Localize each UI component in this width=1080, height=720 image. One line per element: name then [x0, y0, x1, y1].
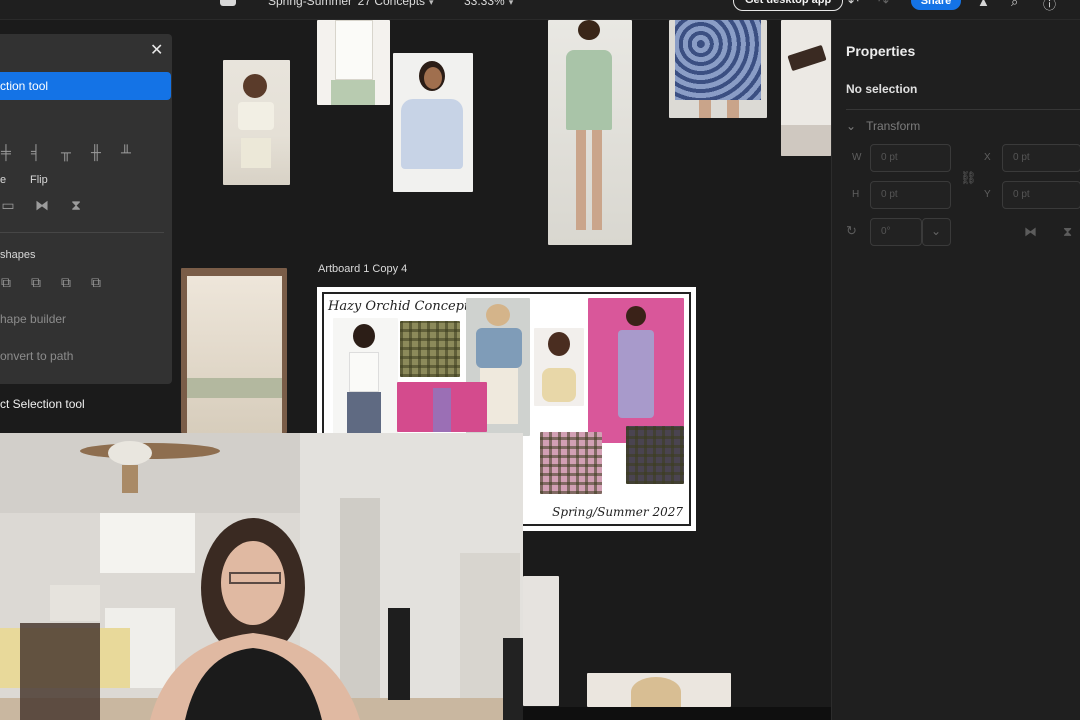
y-label: Y: [984, 189, 991, 200]
model-photo: [397, 382, 487, 432]
intersect-icon[interactable]: ⧉: [56, 272, 76, 292]
photo-tile[interactable]: [781, 20, 831, 156]
rotate-icon: ↻: [846, 223, 857, 238]
artboard-title: Hazy Orchid Concept: [328, 299, 470, 314]
properties-title: Properties: [846, 43, 916, 59]
properties-panel: Properties No selection ⌄ Transform W 0 p…: [831, 20, 1080, 720]
model-photo: [534, 328, 584, 406]
selection-status: No selection: [846, 82, 918, 96]
width-field[interactable]: 0 pt: [870, 144, 951, 172]
height-label: H: [852, 189, 860, 200]
side-label: e: [0, 174, 7, 186]
photo-tile[interactable]: [587, 673, 731, 707]
plaid-swatch: [400, 321, 460, 377]
document-title-text: Spring-Summer '27 Concepts: [268, 0, 426, 8]
close-icon[interactable]: ✕: [150, 40, 163, 60]
model-photo: [333, 318, 398, 440]
top-bar: Spring-Summer '27 Concepts ▾ 33.33% ▾ Get …: [0, 0, 1080, 20]
distribute-icon[interactable]: ▭: [0, 195, 18, 215]
divider: [0, 232, 164, 233]
align-center-icon[interactable]: ╪: [0, 142, 16, 162]
unite-icon[interactable]: ⧉: [0, 272, 16, 292]
artboard-footer: Spring/Summer 2027: [552, 505, 683, 519]
flip-label: Flip: [30, 174, 48, 186]
zoom-dropdown[interactable]: 33.33% ▾: [464, 0, 513, 8]
boolean-row: ⧉ ⧉ ⧉ ⧉: [0, 272, 106, 292]
flip-horizontal-icon[interactable]: ⧓: [1024, 224, 1037, 240]
width-label: W: [852, 152, 862, 163]
plaid-swatch: [626, 426, 684, 484]
chevron-down-icon: ▾: [508, 0, 514, 7]
shape-builder-item[interactable]: hape builder: [0, 312, 66, 326]
align-right-icon[interactable]: ╡: [26, 142, 46, 162]
transform-label: Transform: [866, 119, 921, 133]
direct-selection-tool-item[interactable]: ct Selection tool: [0, 397, 85, 411]
photo-tile[interactable]: [669, 20, 767, 118]
photo-tile[interactable]: [181, 268, 287, 433]
chevron-down-icon: ▾: [429, 0, 434, 7]
align-top-icon[interactable]: ╥: [56, 142, 76, 162]
align-bottom-icon[interactable]: ╨: [116, 142, 136, 162]
transform-section-toggle[interactable]: ⌄ Transform: [846, 119, 920, 133]
photo-tile[interactable]: [523, 576, 559, 706]
flip-vertical-icon[interactable]: ⧗: [1063, 224, 1072, 240]
chevron-down-icon: ⌄: [846, 119, 857, 133]
plaid-swatch: [540, 432, 602, 494]
webcam-video: [0, 433, 523, 720]
artboard-label[interactable]: Artboard 1 Copy 4: [318, 263, 407, 275]
flip-horizontal-icon[interactable]: ⧓: [32, 195, 52, 215]
x-label: X: [984, 152, 991, 163]
cloud-icon: [220, 0, 236, 6]
subtract-icon[interactable]: ⧉: [26, 272, 46, 292]
redo-icon[interactable]: ↷: [878, 0, 889, 10]
convert-to-path-item[interactable]: onvert to path: [0, 349, 73, 363]
photo-tile[interactable]: [317, 20, 390, 105]
align-middle-icon[interactable]: ╫: [86, 142, 106, 162]
align-row: ╪ ╡ ╥ ╫ ╨: [0, 142, 136, 162]
photo-tile[interactable]: [223, 60, 290, 185]
webcam-scene: [0, 433, 523, 720]
selection-tool-item[interactable]: ction tool: [0, 72, 171, 100]
y-field[interactable]: 0 pt: [1002, 181, 1080, 209]
undo-icon[interactable]: ↶: [848, 0, 859, 10]
share-button[interactable]: Share: [911, 0, 961, 10]
rotation-field[interactable]: 0°: [870, 218, 922, 246]
link-dimensions-icon[interactable]: ⛓: [960, 170, 977, 186]
selection-tool-panel: ✕ ction tool ╪ ╡ ╥ ╫ ╨ e Flip ▭ ⧓ ⧗ shap…: [0, 34, 172, 384]
photo-tile[interactable]: [393, 53, 473, 192]
divider: [846, 109, 1080, 110]
rotation-dropdown[interactable]: ⌄: [922, 218, 951, 246]
height-field[interactable]: 0 pt: [870, 181, 951, 209]
model-photo: [588, 298, 684, 443]
x-field[interactable]: 0 pt: [1002, 144, 1080, 172]
notification-icon[interactable]: ▲: [977, 0, 990, 9]
search-icon[interactable]: ⌕: [1011, 0, 1018, 10]
exclude-icon[interactable]: ⧉: [86, 272, 106, 292]
help-icon[interactable]: ⓘ: [1043, 0, 1056, 13]
photo-tile[interactable]: [548, 20, 632, 245]
shapes-label: shapes: [0, 249, 36, 261]
zoom-level: 33.33%: [464, 0, 505, 8]
flip-row: ▭ ⧓ ⧗: [0, 195, 86, 215]
document-title[interactable]: Spring-Summer '27 Concepts ▾: [268, 0, 434, 8]
flip-vertical-icon[interactable]: ⧗: [66, 195, 86, 215]
get-desktop-app-button[interactable]: Get desktop app: [733, 0, 844, 11]
